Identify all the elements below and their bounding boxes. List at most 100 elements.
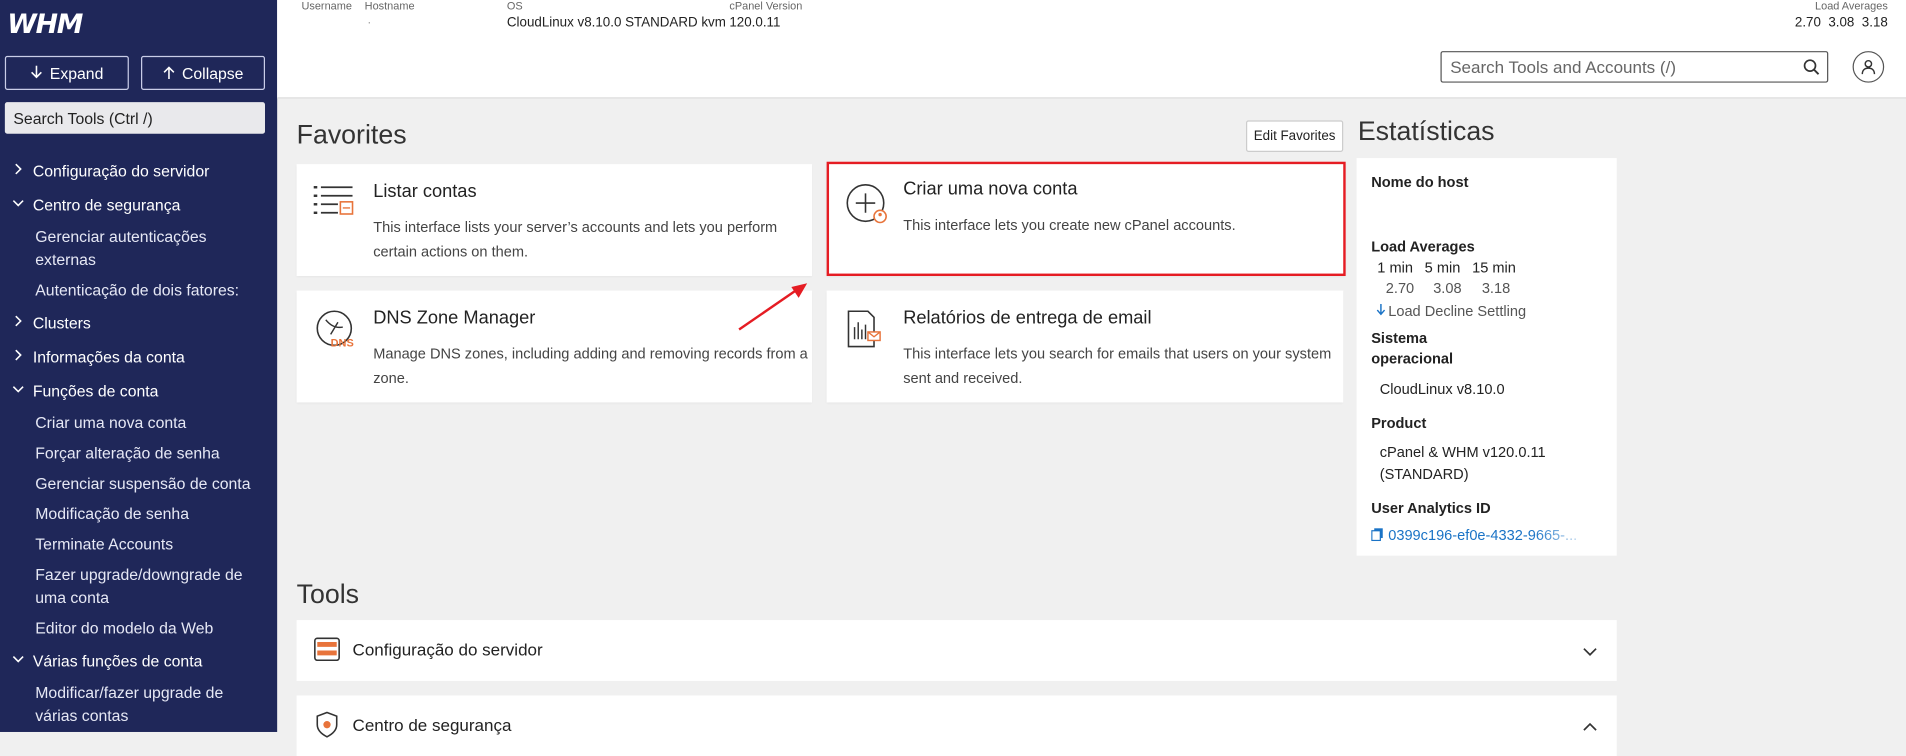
- collapse-button[interactable]: Collapse: [141, 55, 266, 90]
- nav-label: Informações da conta: [32, 347, 185, 366]
- card-title: Relatórios de entrega de email: [903, 307, 1152, 329]
- nav-label: Configuração do servidor: [32, 161, 210, 180]
- nav-sub-editor-modelo-web[interactable]: Editor do modelo da Web: [0, 613, 277, 643]
- card-description: Manage DNS zones, including adding and r…: [373, 345, 808, 387]
- chevron-right-icon: [11, 162, 26, 178]
- dns-icon-label: DNS: [330, 336, 354, 349]
- os-stat-value: CloudLinux v8.10.0: [1379, 380, 1505, 398]
- nav-sub-upgrade-downgrade[interactable]: Fazer upgrade/downgrade de uma conta: [0, 559, 277, 612]
- nav-sub-gerenciar-suspensao[interactable]: Gerenciar suspensão de conta: [0, 468, 277, 498]
- email-report-icon: [846, 310, 885, 357]
- nav-sub-label: Gerenciar autenticações externas: [35, 227, 207, 269]
- arrow-up-icon: [163, 64, 175, 82]
- card-description: This interface lets you create new cPane…: [903, 216, 1236, 234]
- favorite-card-listar-contas[interactable]: Listar contas This interface lists your …: [296, 164, 813, 277]
- expand-button[interactable]: Expand: [4, 55, 129, 90]
- user-account-icon[interactable]: [1852, 51, 1885, 83]
- favorite-card-criar-nova-conta[interactable]: Criar uma nova conta This interface lets…: [826, 161, 1346, 277]
- nav-sub-label: Forçar alteração de senha: [35, 443, 220, 463]
- tools-heading: Tools: [296, 578, 360, 610]
- load-header-5min: 5 min: [1424, 258, 1461, 277]
- nav-sub-gerenciar-autenticacoes[interactable]: Gerenciar autenticações externas: [0, 221, 277, 274]
- os-stat-label-line2: operacional: [1371, 350, 1454, 368]
- load-header-15min: 15 min: [1472, 258, 1516, 277]
- search-icon[interactable]: [1803, 58, 1820, 79]
- nav-label: Funções de conta: [32, 381, 159, 400]
- card-description: This interface lets you search for email…: [903, 345, 1332, 387]
- chevron-down-icon[interactable]: [1583, 641, 1598, 663]
- arrow-down-icon: [30, 64, 42, 82]
- nav-sub-label: Editor do modelo da Web: [35, 618, 214, 638]
- username-label: Username: [301, 0, 352, 13]
- nav-informacoes-da-conta[interactable]: Informações da conta: [0, 339, 277, 373]
- dns-icon: [314, 310, 358, 360]
- nav-sub-modificar-varias-contas[interactable]: Modificar/fazer upgrade de várias contas: [0, 677, 277, 730]
- analytics-stat-label: User Analytics ID: [1371, 499, 1491, 517]
- copy-icon[interactable]: [1371, 528, 1383, 545]
- card-title: DNS Zone Manager: [373, 307, 536, 329]
- hostname-value: ·: [367, 15, 372, 31]
- tools-accounts-search-input[interactable]: Search Tools and Accounts (/): [1440, 51, 1829, 83]
- nav-sub-forcar-alteracao-senha[interactable]: Forçar alteração de senha: [0, 438, 277, 468]
- nav-clusters[interactable]: Clusters: [0, 305, 277, 339]
- product-stat-value-line1: cPanel & WHM v120.0.11: [1379, 443, 1546, 461]
- nav-varias-funcoes-de-conta[interactable]: Várias funções de conta: [0, 643, 277, 677]
- collapse-label: Collapse: [181, 63, 244, 83]
- list-accounts-icon: [313, 184, 355, 227]
- sidebar-search-input[interactable]: Search Tools (Ctrl /): [4, 102, 266, 134]
- sidebar: WHM Expand Collapse Search Tools (Ctrl /…: [0, 0, 278, 732]
- nav-sub-label: Gerenciar suspensão de conta: [35, 474, 251, 493]
- whm-logo[interactable]: WHM: [7, 10, 83, 40]
- edit-favorites-button[interactable]: Edit Favorites: [1245, 120, 1344, 152]
- load-trend-text: Load Decline Settling: [1388, 302, 1527, 320]
- os-stat-label-line1: Sistema: [1371, 329, 1428, 347]
- nav-sub-label: Modificar/fazer upgrade de várias contas: [35, 683, 224, 725]
- hostname-stat-label: Nome do host: [1371, 173, 1469, 191]
- top-bar: Username Hostname · OS CloudLinux v8.10.…: [277, 0, 1906, 99]
- load-header-1min: 1 min: [1377, 258, 1413, 277]
- tool-row-centro-de-seguranca[interactable]: Centro de segurança: [296, 695, 1617, 756]
- load-averages-label: Load Averages: [1815, 0, 1888, 13]
- card-description: This interface lists your server’s accou…: [373, 218, 778, 261]
- nav-centro-de-seguranca[interactable]: Centro de segurança: [0, 187, 277, 221]
- load-averages-value: 2.70 3.08 3.18: [1794, 15, 1888, 31]
- nav-configuracao-do-servidor[interactable]: Configuração do servidor: [0, 153, 277, 187]
- load-averages-stat-label: Load Averages: [1371, 238, 1475, 256]
- stats-heading: Estatísticas: [1357, 115, 1495, 146]
- sidebar-nav: Configuração do servidor Centro de segur…: [0, 153, 277, 731]
- load-value-5min: 3.08: [1433, 279, 1462, 297]
- load-value-1min: 2.70: [1385, 279, 1415, 297]
- tool-row-configuracao-do-servidor[interactable]: Configuração do servidor: [296, 620, 1617, 681]
- product-stat-value-line2: (STANDARD): [1379, 465, 1469, 483]
- nav-label: Centro de segurança: [32, 195, 181, 214]
- card-title: Criar uma nova conta: [903, 178, 1078, 200]
- chevron-down-icon: [11, 653, 26, 668]
- os-label: OS: [506, 0, 523, 13]
- nav-sub-label: Modificação de senha: [35, 504, 190, 523]
- server-config-icon: [314, 636, 341, 669]
- nav-funcoes-de-conta[interactable]: Funções de conta: [0, 373, 277, 407]
- load-value-15min: 3.18: [1481, 279, 1511, 297]
- nav-sub-label: Autenticação de dois fatores:: [35, 280, 240, 300]
- nav-sub-autenticacao-dois-fatores[interactable]: Autenticação de dois fatores:: [0, 275, 277, 305]
- nav-label: Clusters: [32, 313, 91, 332]
- tool-row-label: Configuração do servidor: [352, 639, 543, 660]
- hostname-label: Hostname: [364, 0, 415, 13]
- chevron-right-icon: [11, 314, 26, 330]
- product-stat-label: Product: [1371, 414, 1427, 432]
- favorite-card-relatorios-email[interactable]: Relatórios de entrega de email This inte…: [826, 290, 1344, 403]
- chevron-up-icon[interactable]: [1583, 716, 1598, 738]
- stats-panel: Nome do host Load Averages 1 min 5 min 1…: [1356, 158, 1617, 556]
- chevron-right-icon: [11, 348, 26, 364]
- search-placeholder: Search Tools and Accounts (/): [1450, 57, 1676, 77]
- security-center-icon: [314, 711, 341, 744]
- card-title: Listar contas: [373, 181, 477, 202]
- analytics-id-link[interactable]: 0399c196-ef0e-4332-9665-...: [1388, 526, 1595, 543]
- chevron-down-icon: [11, 197, 26, 212]
- sidebar-search-placeholder: Search Tools (Ctrl /): [13, 108, 153, 128]
- annotation-arrow-icon: [738, 283, 808, 331]
- nav-sub-criar-nova-conta[interactable]: Criar uma nova conta: [0, 407, 277, 437]
- nav-sub-modificacao-senha[interactable]: Modificação de senha: [0, 499, 277, 529]
- arrow-down-icon: [1376, 303, 1386, 320]
- nav-sub-terminate-accounts[interactable]: Terminate Accounts: [0, 529, 277, 559]
